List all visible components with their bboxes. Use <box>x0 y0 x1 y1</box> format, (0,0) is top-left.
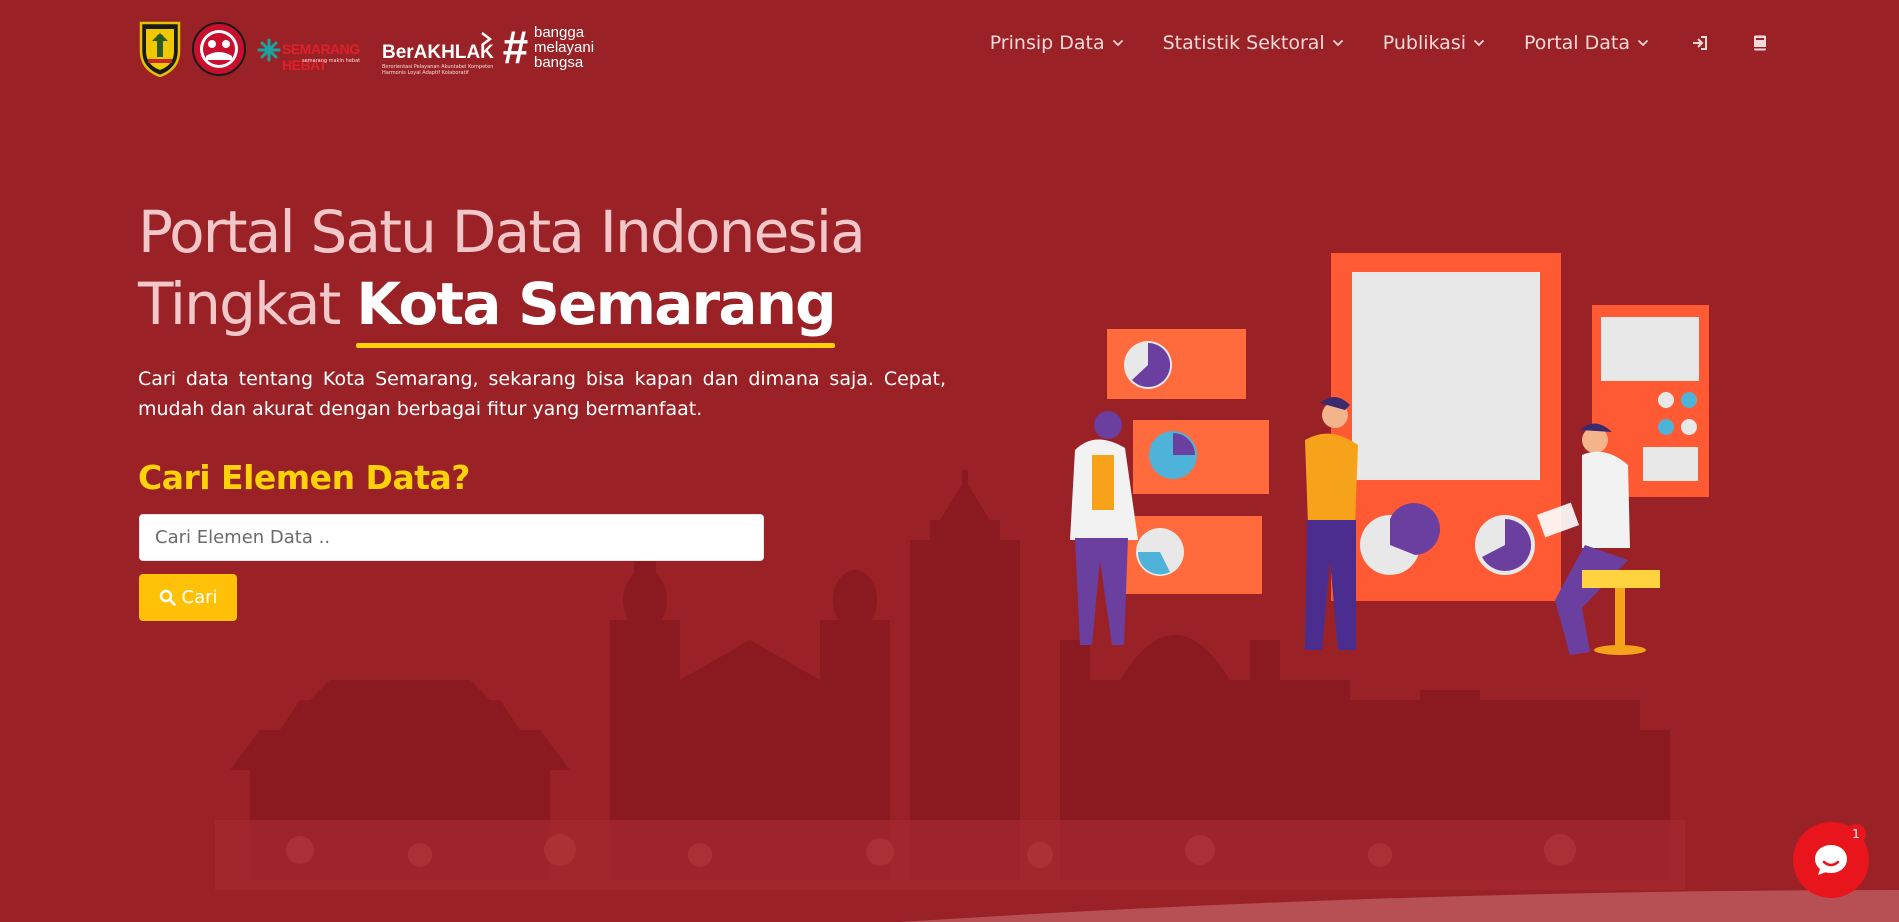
nav-publikasi[interactable]: Publikasi <box>1383 32 1485 54</box>
asterisk-mark-icon <box>257 38 281 62</box>
berakhlak-logo[interactable]: BerAKHLAK Berorientasi Pelayanan Akuntab… <box>382 26 494 76</box>
chevron-right-icon <box>481 32 492 46</box>
chevron-down-icon <box>1112 39 1123 47</box>
search-heading: Cari Elemen Data? <box>138 458 470 497</box>
semarang-hebat-tagline: semarang makin hebat <box>302 58 361 64</box>
semarang-hebat-wordmark: SEMARANG HEBAT <box>282 41 360 73</box>
nav-publikasi-label: Publikasi <box>1382 32 1466 54</box>
nav-prinsip-data-label: Prinsip Data <box>989 32 1105 54</box>
semarang-hebat-logo[interactable]: SEMARANG HEBAT semarang makin hebat <box>256 29 374 73</box>
brand-logos: SEMARANG HEBAT semarang makin hebat BerA… <box>138 20 612 78</box>
search-icon <box>159 589 176 606</box>
hero-title-line1: Portal Satu Data Indonesia <box>138 198 866 266</box>
pemkot-semarang-logo[interactable] <box>138 21 182 77</box>
navbar: SEMARANG HEBAT semarang makin hebat BerA… <box>0 0 1899 90</box>
hero-title-highlight: Kota Semarang <box>356 270 836 338</box>
nav-statistik-sektoral-label: Statistik Sektoral <box>1162 32 1325 54</box>
chevron-down-icon <box>1332 39 1343 47</box>
chevron-down-icon <box>1637 39 1649 47</box>
chat-notification-badge: 1 <box>1846 824 1866 844</box>
chevron-down-icon <box>1473 39 1485 47</box>
search-button-label: Cari <box>181 587 218 608</box>
hashtag-icon: # <box>502 21 528 73</box>
nav-prinsip-data[interactable]: Prinsip Data <box>990 32 1124 54</box>
search-input[interactable] <box>139 514 764 561</box>
main-nav: Prinsip Data Statistik Sektoral Publikas… <box>951 28 1769 58</box>
book-icon[interactable] <box>1751 34 1769 52</box>
hero-title-prefix: Tingkat <box>138 270 357 338</box>
berakhlak-tagline: Berorientasi Pelayanan Akuntabel Kompete… <box>382 64 494 76</box>
nav-portal-data[interactable]: Portal Data <box>1524 32 1649 54</box>
page: SEMARANG HEBAT semarang makin hebat BerA… <box>0 0 1899 922</box>
bangga-melayani-bangsa-logo[interactable]: # bangga melayani bangsa <box>502 24 612 74</box>
nav-portal-data-label: Portal Data <box>1524 32 1630 54</box>
sign-in-icon[interactable] <box>1691 34 1709 52</box>
search-button[interactable]: Cari <box>139 574 237 621</box>
bangga-word-3: bangsa <box>534 54 584 71</box>
berakhlak-wordmark: BerAKHLAK <box>382 42 494 63</box>
semarang-circle-logo[interactable] <box>192 22 246 76</box>
chat-bubble-icon <box>1815 845 1847 875</box>
hero-title: Portal Satu Data Indonesia Tingkat Kota … <box>138 196 866 340</box>
bangga-word-1: bangga <box>534 24 585 41</box>
bangga-word-2: melayani <box>534 39 595 56</box>
hero-description: Cari data tentang Kota Semarang, sekaran… <box>138 368 946 420</box>
nav-statistik-sektoral[interactable]: Statistik Sektoral <box>1163 32 1344 54</box>
